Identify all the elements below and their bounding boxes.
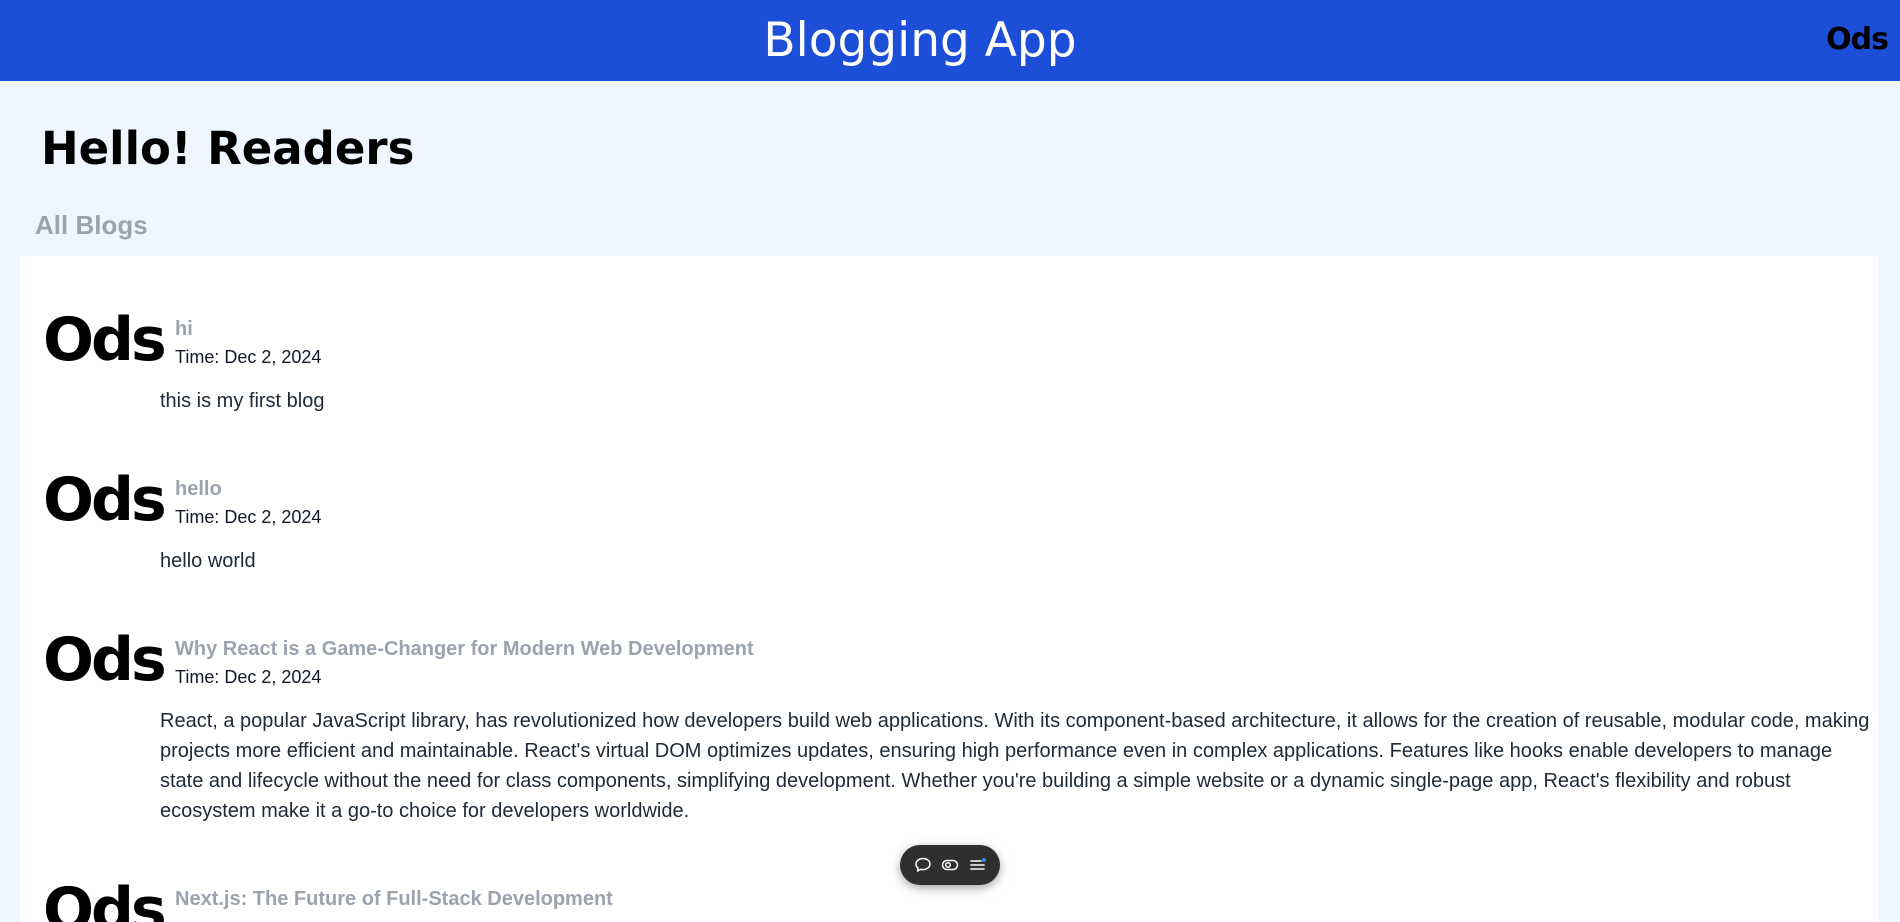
blog-content: React, a popular JavaScript library, has… [160, 710, 1870, 822]
page-title: Hello! Readers [41, 122, 415, 175]
blog-list: Ods hi Time: Dec 2, 2024 this is my firs… [20, 256, 1878, 922]
blog-content: this is my first blog [160, 390, 325, 412]
user-avatar[interactable]: Ods [1826, 22, 1889, 57]
blog-title[interactable]: hi [175, 318, 193, 341]
app-title[interactable]: Blogging App [763, 17, 1076, 64]
blog-title[interactable]: hello [175, 478, 222, 501]
comment-icon[interactable] [912, 854, 934, 876]
author-avatar: Ods [43, 875, 167, 922]
blog-time: Time: Dec 2, 2024 [175, 667, 322, 687]
section-title-all-blogs: All Blogs [35, 210, 148, 240]
author-avatar: Ods [43, 465, 167, 535]
blog-time: Time: Dec 2, 2024 [175, 347, 322, 367]
blog-title[interactable]: Why React is a Game-Changer for Modern W… [175, 638, 754, 661]
author-avatar: Ods [43, 305, 167, 375]
floating-toolbar [900, 845, 1000, 885]
blog-time: Time: Dec 2, 2024 [175, 507, 322, 527]
toggle-icon[interactable] [939, 854, 961, 876]
blog-title[interactable]: Next.js: The Future of Full-Stack Develo… [175, 888, 613, 911]
author-avatar: Ods [43, 625, 167, 695]
menu-list-icon[interactable] [967, 854, 989, 876]
blog-content: hello world [160, 550, 256, 572]
navbar: Blogging App Ods [0, 0, 1900, 81]
